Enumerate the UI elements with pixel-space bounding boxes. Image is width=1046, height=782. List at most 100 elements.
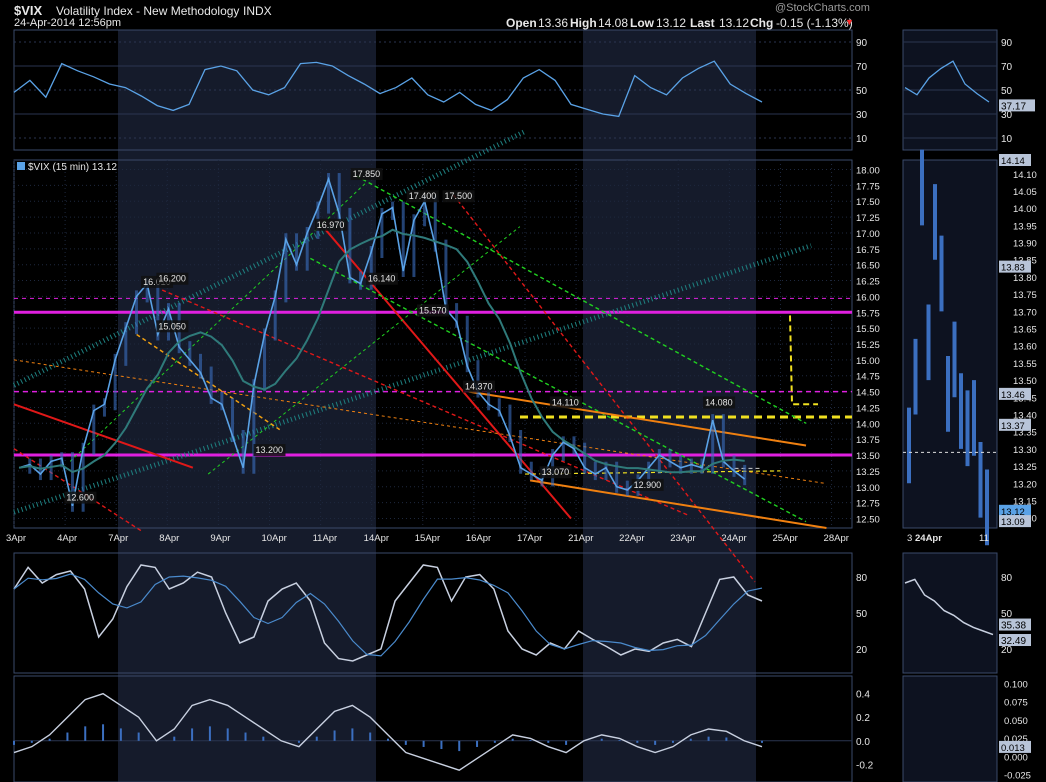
annotation-3: 15.050 bbox=[158, 321, 186, 331]
side-price-xtick-0: 3 bbox=[907, 533, 912, 544]
price-xtick-16: 28Apr bbox=[824, 533, 849, 544]
side-price-ytick-11: 13.55 bbox=[1013, 359, 1037, 370]
watermark: @StockCharts.com bbox=[775, 2, 870, 14]
upper-ytick-1: 70 bbox=[856, 62, 868, 73]
side-low-ytick-0: 0.100 bbox=[1004, 679, 1028, 690]
side-low-ytick-1: 0.075 bbox=[1004, 698, 1028, 709]
price-ytick-22: 12.50 bbox=[856, 514, 880, 525]
price-ytick-21: 12.75 bbox=[856, 499, 880, 510]
side-price-label-1: 13.83 bbox=[1001, 263, 1025, 274]
datetime: 24-Apr-2014 12:56pm bbox=[14, 17, 122, 29]
low-ytick-3: -0.2 bbox=[856, 760, 874, 771]
side-price-xtick-1: 24Apr bbox=[915, 533, 942, 544]
side-price-label-2: 13.46 bbox=[1001, 390, 1025, 401]
side-price-ytick-4: 13.90 bbox=[1013, 239, 1037, 250]
ohlc-chg-value: -0.15 (-1.13%) bbox=[776, 16, 853, 30]
side-low-ytick-4: 0.000 bbox=[1004, 752, 1028, 763]
series-legend-swatch bbox=[17, 162, 25, 170]
price-xtick-9: 16Apr bbox=[466, 533, 491, 544]
price-ytick-17: 13.75 bbox=[856, 435, 880, 446]
upper-ytick-4: 10 bbox=[856, 134, 868, 145]
ohlc-chg-label: Chg bbox=[750, 16, 774, 30]
price-ytick-1: 17.75 bbox=[856, 181, 880, 192]
price-ytick-12: 15.00 bbox=[856, 356, 880, 367]
side-price-ytick-18: 13.20 bbox=[1013, 479, 1037, 490]
price-ytick-11: 15.25 bbox=[856, 340, 880, 351]
price-xtick-1: 4Apr bbox=[57, 533, 77, 544]
instrument-name: Volatility Index - New Methodology bbox=[56, 4, 240, 18]
side-price-ytick-2: 14.00 bbox=[1013, 204, 1037, 215]
price-ytick-19: 13.25 bbox=[856, 467, 880, 478]
ohlc-open-value: 13.36 bbox=[538, 16, 569, 30]
mid-ytick-0: 80 bbox=[856, 573, 868, 584]
annotation-2: 16.200 bbox=[158, 274, 186, 284]
mid-ytick-2: 20 bbox=[856, 645, 868, 656]
price-ytick-4: 17.00 bbox=[856, 229, 880, 240]
price-ytick-3: 17.25 bbox=[856, 213, 880, 224]
side-price-label-5: 13.09 bbox=[1001, 517, 1025, 528]
ohlc-high-label: High bbox=[570, 16, 597, 30]
side-price-ytick-3: 13.95 bbox=[1013, 221, 1037, 232]
side-low-value: 0.013 bbox=[1001, 743, 1025, 754]
price-xtick-13: 23Apr bbox=[670, 533, 695, 544]
series-legend-label: $VIX (15 min) 13.12 bbox=[28, 162, 117, 173]
side-price-ytick-1: 14.05 bbox=[1013, 187, 1037, 198]
annotation-9: 17.500 bbox=[445, 191, 473, 201]
side-price-ytick-10: 13.60 bbox=[1013, 342, 1037, 353]
price-xtick-14: 24Apr bbox=[721, 533, 746, 544]
price-xtick-12: 22Apr bbox=[619, 533, 644, 544]
price-ytick-2: 17.50 bbox=[856, 197, 880, 208]
price-ytick-5: 16.75 bbox=[856, 245, 880, 256]
price-xtick-5: 10Apr bbox=[261, 533, 286, 544]
side-mid-ytick-1: 50 bbox=[1001, 609, 1013, 620]
chart-header: $VIX Volatility Index - New Methodology … bbox=[0, 0, 1046, 30]
annotation-4: 13.200 bbox=[255, 445, 283, 455]
side-price-ytick-0: 14.10 bbox=[1013, 170, 1037, 181]
side-mid-value-1: 32.49 bbox=[1001, 636, 1026, 647]
side-price-ytick-8: 13.70 bbox=[1013, 307, 1037, 318]
price-ytick-8: 16.00 bbox=[856, 292, 880, 303]
annotation-8: 17.400 bbox=[409, 191, 437, 201]
side-price-xtick-2: 11 bbox=[979, 533, 989, 544]
side-upper-ytick-2: 50 bbox=[1001, 86, 1013, 97]
side-low-ytick-2: 0.050 bbox=[1004, 716, 1028, 727]
side-price-ytick-17: 13.25 bbox=[1013, 462, 1037, 473]
side-price-ytick-12: 13.50 bbox=[1013, 376, 1037, 387]
exchange: INDX bbox=[243, 4, 272, 18]
side-upper-ytick-1: 70 bbox=[1001, 62, 1013, 73]
price-ytick-15: 14.25 bbox=[856, 403, 880, 414]
side-price-label-0: 14.14 bbox=[1001, 156, 1025, 167]
price-xtick-15: 25Apr bbox=[772, 533, 797, 544]
side-mid-ytick-0: 80 bbox=[1001, 573, 1013, 584]
price-ytick-10: 15.50 bbox=[856, 324, 880, 335]
price-ytick-0: 18.00 bbox=[856, 166, 880, 177]
upper-ytick-0: 90 bbox=[856, 38, 868, 49]
price-ytick-7: 16.25 bbox=[856, 277, 880, 288]
price-xtick-4: 9Apr bbox=[210, 533, 230, 544]
side-price-ytick-7: 13.75 bbox=[1013, 290, 1037, 301]
price-xtick-0: 3Apr bbox=[6, 533, 26, 544]
low-ytick-2: 0.0 bbox=[856, 737, 870, 748]
annotation-6: 17.850 bbox=[353, 169, 381, 179]
annotation-7: 16.140 bbox=[368, 274, 396, 284]
side-low-bg bbox=[903, 676, 997, 782]
mid-ytick-1: 50 bbox=[856, 609, 868, 620]
price-xtick-3: 8Apr bbox=[159, 533, 179, 544]
annotation-14: 12.900 bbox=[634, 480, 662, 490]
down-triangle-icon: ▼ bbox=[845, 17, 854, 27]
ohlc-low-label: Low bbox=[630, 16, 654, 30]
side-price-ytick-9: 13.65 bbox=[1013, 325, 1037, 336]
ohlc-open-label: Open bbox=[506, 16, 537, 30]
side-price-label-3: 13.37 bbox=[1001, 421, 1025, 432]
side-upper-ytick-0: 90 bbox=[1001, 38, 1013, 49]
low-ytick-1: 0.2 bbox=[856, 713, 870, 724]
ohlc-high-value: 14.08 bbox=[598, 16, 629, 30]
chart-canvas: 90 9070 7050 5030 3010 1037.1718.0017.7517.50… bbox=[6, 29, 1037, 782]
annotation-15: 14.080 bbox=[705, 397, 733, 407]
price-ytick-6: 16.50 bbox=[856, 261, 880, 272]
side-price-ytick-6: 13.80 bbox=[1013, 273, 1037, 284]
ohlc-low-value: 13.12 bbox=[656, 16, 687, 30]
price-xtick-10: 17Apr bbox=[517, 533, 542, 544]
annotation-13: 13.070 bbox=[542, 467, 570, 477]
price-xtick-7: 14Apr bbox=[364, 533, 389, 544]
